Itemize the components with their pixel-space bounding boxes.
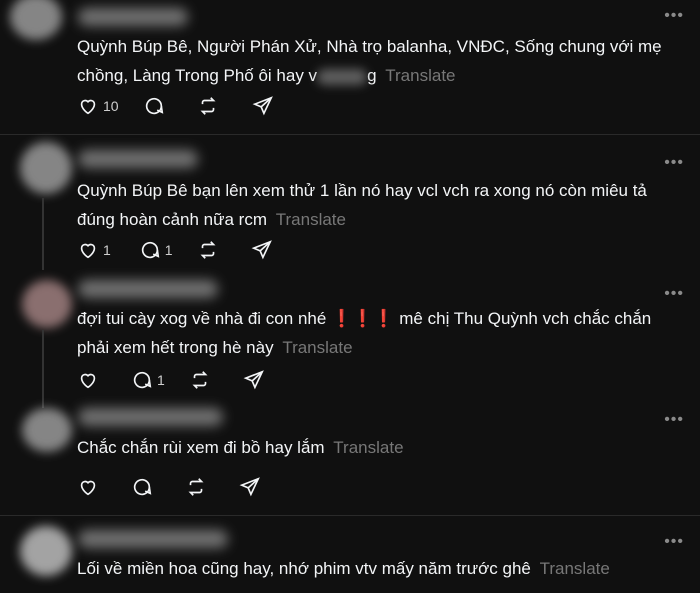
post-text-body: Chắc chắn rùi xem đi bồ hay lắm: [77, 438, 325, 457]
reply-button[interactable]: [131, 476, 153, 498]
reply-count: 1: [164, 242, 173, 258]
heart-icon: [80, 480, 96, 496]
action-bar: [77, 475, 261, 499]
like-button[interactable]: 1: [77, 239, 111, 261]
thread-line: [42, 330, 44, 408]
repost-button[interactable]: [185, 476, 207, 498]
divider: [0, 515, 700, 516]
divider: [0, 134, 700, 135]
reply-count: 1: [157, 372, 165, 388]
repost-icon: [200, 97, 216, 115]
post-text: Lối về miền hoa cũng hay, nhớ phim vtv m…: [77, 554, 678, 583]
repost-button[interactable]: [189, 369, 211, 391]
post-text: đợi tui cày xog về nhà đi con nhé ❗❗❗ mê…: [77, 304, 678, 362]
username-blur: [78, 408, 223, 426]
heart-icon: [80, 99, 96, 115]
post-text-body: Quỳnh Búp Bê bạn lên xem thử 1 lần nó ha…: [77, 181, 647, 229]
repost-icon: [200, 241, 216, 259]
send-icon: [252, 96, 273, 116]
more-icon[interactable]: •••: [664, 412, 684, 428]
redacted-blur: [317, 68, 368, 85]
comment-icon: [133, 371, 152, 389]
share-button[interactable]: [251, 239, 273, 261]
share-button[interactable]: [239, 476, 261, 498]
more-icon[interactable]: •••: [664, 534, 684, 550]
like-button[interactable]: [77, 476, 99, 498]
post-text-body: đợi tui cày xog về nhà đi con nhé: [77, 309, 332, 328]
repost-icon: [188, 478, 204, 496]
post-text: Quỳnh Búp Bê, Người Phán Xử, Nhà trọ bal…: [77, 32, 678, 90]
like-count: 1: [103, 242, 111, 258]
exclamation-emoji: ❗❗❗: [331, 309, 395, 328]
comment-icon: [141, 241, 160, 259]
translate-link[interactable]: Translate: [540, 559, 610, 578]
comment-icon: [133, 478, 152, 496]
username-blur: [78, 530, 228, 548]
action-bar: 1 1: [77, 238, 273, 262]
like-count: 10: [103, 98, 119, 114]
repost-button[interactable]: [197, 95, 219, 117]
send-icon: [243, 370, 264, 390]
send-icon: [251, 240, 272, 260]
username-blur: [78, 8, 188, 26]
share-button[interactable]: [252, 95, 274, 117]
repost-button[interactable]: [197, 239, 219, 261]
thread-line: [42, 198, 44, 270]
translate-link[interactable]: Translate: [333, 438, 403, 457]
reply-button[interactable]: 1: [131, 369, 165, 391]
send-icon: [239, 477, 260, 497]
translate-link[interactable]: Translate: [276, 210, 346, 229]
reply-button[interactable]: 1: [139, 239, 173, 261]
more-icon[interactable]: •••: [664, 286, 684, 302]
action-bar: 10: [77, 94, 274, 118]
heart-icon: [80, 243, 96, 259]
like-button[interactable]: 10: [77, 95, 119, 117]
like-button[interactable]: [77, 369, 99, 391]
avatar[interactable]: [20, 142, 72, 194]
avatar[interactable]: [22, 280, 72, 328]
username-blur: [78, 280, 218, 298]
share-button[interactable]: [243, 369, 265, 391]
heart-icon: [80, 373, 96, 389]
action-bar: 1: [77, 368, 265, 392]
avatar[interactable]: [20, 526, 72, 576]
post-text: Quỳnh Búp Bê bạn lên xem thử 1 lần nó ha…: [77, 176, 678, 234]
more-icon[interactable]: •••: [664, 155, 684, 171]
reply-button[interactable]: [143, 95, 165, 117]
post-text: Chắc chắn rùi xem đi bồ hay lắm Translat…: [77, 433, 678, 462]
more-icon[interactable]: •••: [664, 8, 684, 24]
avatar[interactable]: [22, 408, 72, 452]
translate-link[interactable]: Translate: [385, 66, 455, 85]
repost-icon: [192, 371, 208, 389]
post-text-body: Lối về miền hoa cũng hay, nhớ phim vtv m…: [77, 559, 531, 578]
username-blur: [78, 150, 198, 168]
avatar[interactable]: [10, 0, 62, 40]
translate-link[interactable]: Translate: [282, 338, 352, 357]
post-text-tail: g: [367, 66, 377, 85]
comment-icon: [145, 97, 163, 115]
